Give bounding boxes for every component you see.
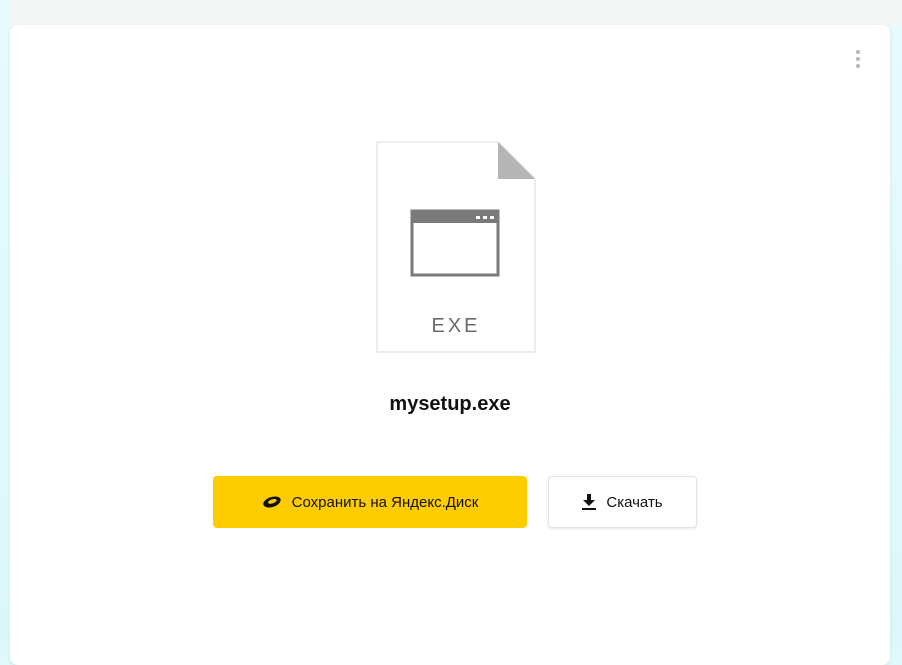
download-icon (582, 494, 597, 510)
save-button-label: Сохранить на Яндекс.Диск (291, 493, 479, 511)
file-extension-label: EXE (431, 315, 481, 337)
download-button-label: Скачать (606, 493, 663, 511)
top-strip (10, 0, 902, 25)
file-type-icon: EXE (376, 141, 536, 353)
file-card: EXE mysetup.exe Сохранить на Яндекс.Диск… (10, 25, 890, 665)
save-to-disk-button[interactable]: Сохранить на Яндекс.Диск (213, 476, 527, 528)
dot-icon (856, 64, 860, 68)
dot-icon (856, 57, 860, 61)
file-name: mysetup.exe (389, 393, 511, 415)
yandex-disk-icon (262, 495, 282, 509)
more-options-button[interactable] (850, 47, 866, 77)
download-button[interactable]: Скачать (548, 476, 697, 528)
dot-icon (856, 50, 860, 54)
